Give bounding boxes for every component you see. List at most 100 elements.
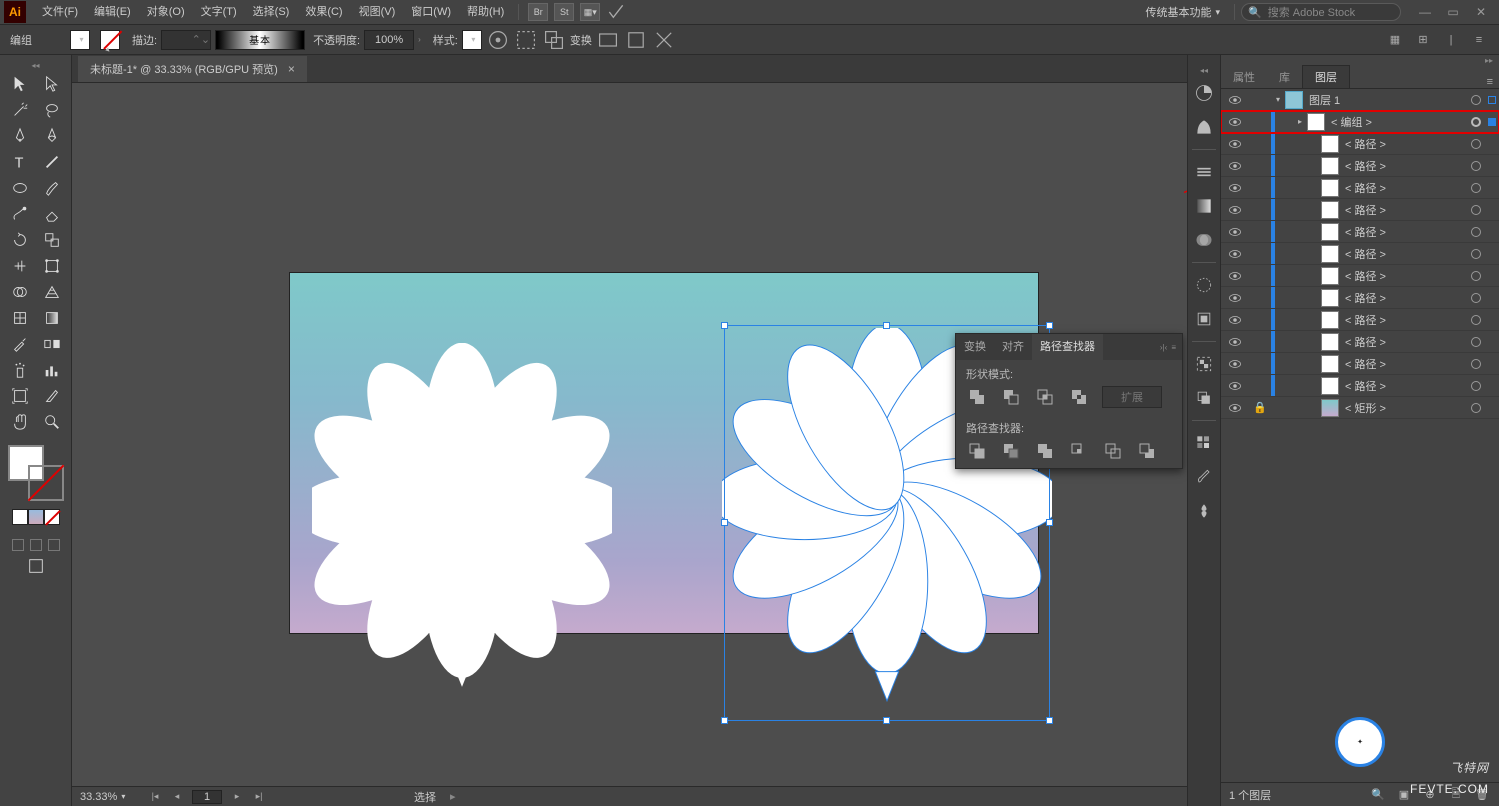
- layer-row-path[interactable]: < 路径 >: [1221, 287, 1499, 309]
- color-guide-panel-icon[interactable]: [1192, 115, 1216, 139]
- edit-contents-icon[interactable]: [652, 30, 676, 50]
- eyedropper-tool[interactable]: [4, 331, 36, 357]
- transparency-panel-icon[interactable]: [1192, 228, 1216, 252]
- layer-name[interactable]: < 编组 >: [1331, 114, 1467, 130]
- graphic-style-swatch[interactable]: [462, 30, 482, 50]
- pen-tool[interactable]: [4, 123, 36, 149]
- crop-icon[interactable]: [1068, 440, 1090, 462]
- dock-expand-icon[interactable]: ◂◂: [1188, 65, 1220, 75]
- hand-tool[interactable]: [4, 409, 36, 435]
- locate-object-icon[interactable]: 🔍: [1369, 786, 1387, 804]
- visibility-toggle[interactable]: [1221, 115, 1249, 129]
- ctrl-menu-icon[interactable]: ≡: [1469, 30, 1489, 50]
- layer-row-path[interactable]: < 路径 >: [1221, 133, 1499, 155]
- nav-prev-icon[interactable]: ◂: [170, 790, 184, 804]
- zoom-tool[interactable]: [36, 409, 68, 435]
- menu-type[interactable]: 文字(T): [193, 0, 245, 25]
- color-mode-solid[interactable]: [12, 509, 28, 525]
- layer-row-path[interactable]: < 路径 >: [1221, 221, 1499, 243]
- draw-mode-inside[interactable]: [48, 539, 60, 551]
- layer-name[interactable]: 图层 1: [1309, 92, 1467, 108]
- artboard-tool[interactable]: [4, 383, 36, 409]
- disclosure-icon[interactable]: ▾: [1271, 95, 1285, 104]
- artboard-number[interactable]: 1: [192, 790, 222, 804]
- symbol-sprayer-tool[interactable]: [4, 357, 36, 383]
- workspace-switcher[interactable]: 传统基本功能: [1137, 4, 1228, 20]
- appearance-panel-icon[interactable]: [1192, 273, 1216, 297]
- direct-selection-tool[interactable]: [36, 71, 68, 97]
- create-sublayer-icon[interactable]: ⊕: [1421, 786, 1439, 804]
- divide-icon[interactable]: [966, 440, 988, 462]
- merge-icon[interactable]: [1034, 440, 1056, 462]
- nav-last-icon[interactable]: ▸|: [252, 790, 266, 804]
- layers-panel-menu-icon[interactable]: ≡: [1481, 76, 1499, 88]
- tab-transform[interactable]: 变换: [956, 334, 994, 360]
- minus-back-icon[interactable]: [1136, 440, 1158, 462]
- menu-effect[interactable]: 效果(C): [297, 0, 350, 25]
- layer-row-path[interactable]: < 路径 >: [1221, 265, 1499, 287]
- lasso-tool[interactable]: [36, 97, 68, 123]
- lock-icon[interactable]: 🔒: [1249, 401, 1271, 414]
- stock-button[interactable]: St: [554, 3, 574, 21]
- toolbox-collapse-icon[interactable]: ◂◂: [0, 59, 71, 71]
- blend-tool[interactable]: [36, 331, 68, 357]
- transform-label[interactable]: 变换: [570, 32, 592, 48]
- gradient-panel-icon[interactable]: [1192, 194, 1216, 218]
- align-icon[interactable]: [514, 30, 538, 50]
- layer-row-path[interactable]: < 路径 >: [1221, 331, 1499, 353]
- ctrl-right-icon-2[interactable]: ⊞: [1413, 30, 1433, 50]
- pathfinder-ctrl-icon[interactable]: [542, 30, 566, 50]
- window-maximize-icon[interactable]: ▭: [1439, 0, 1467, 25]
- transform-panel-icon[interactable]: [1192, 386, 1216, 410]
- arrange-documents-button[interactable]: ▦▾: [580, 3, 600, 21]
- layer-row-path[interactable]: < 路径 >: [1221, 375, 1499, 397]
- nav-first-icon[interactable]: |◂: [148, 790, 162, 804]
- rotate-tool[interactable]: [4, 227, 36, 253]
- window-close-icon[interactable]: ✕: [1467, 0, 1495, 25]
- document-tab[interactable]: 未标题-1* @ 33.33% (RGB/GPU 预览) ×: [78, 56, 307, 82]
- pathfinder-panel[interactable]: 变换 对齐 路径查找器 ›|‹≡ 形状模式: 扩展 路径: [955, 333, 1183, 469]
- bridge-button[interactable]: Br: [528, 3, 548, 21]
- type-tool[interactable]: T: [4, 149, 36, 175]
- make-clipping-mask-icon[interactable]: ▣: [1395, 786, 1413, 804]
- layer-row-path[interactable]: < 路径 >: [1221, 199, 1499, 221]
- rectangle-tool[interactable]: [4, 175, 36, 201]
- selection-tool[interactable]: [4, 71, 36, 97]
- symbols-panel-icon[interactable]: [1192, 499, 1216, 523]
- window-minimize-icon[interactable]: —: [1411, 0, 1439, 25]
- exclude-icon[interactable]: [1068, 386, 1090, 408]
- layer-row-layer1[interactable]: ▾ 图层 1: [1221, 89, 1499, 111]
- nav-next-icon[interactable]: ▸: [230, 790, 244, 804]
- stroke-color-box[interactable]: [28, 465, 64, 501]
- tab-pathfinder[interactable]: 路径查找器: [1032, 334, 1103, 360]
- stroke-panel-icon[interactable]: [1192, 160, 1216, 184]
- menu-file[interactable]: 文件(F): [34, 0, 86, 25]
- recolor-icon[interactable]: [486, 30, 510, 50]
- color-mode-none[interactable]: [44, 509, 60, 525]
- layer-row-path[interactable]: < 路径 >: [1221, 177, 1499, 199]
- mesh-tool[interactable]: [4, 305, 36, 331]
- delete-layer-icon[interactable]: 🗑: [1473, 786, 1491, 804]
- screen-mode-tool[interactable]: [27, 557, 45, 578]
- minus-front-icon[interactable]: [1000, 386, 1022, 408]
- scale-tool[interactable]: [36, 227, 68, 253]
- stroke-swatch[interactable]: [100, 30, 120, 50]
- menu-window[interactable]: 窗口(W): [403, 0, 459, 25]
- layer-row-path[interactable]: < 路径 >: [1221, 309, 1499, 331]
- layers-list[interactable]: ▾ 图层 1 ▸ < 编组 > < 路径 > < 路径 > < 路径 > < 路…: [1221, 89, 1499, 702]
- slice-tool[interactable]: [36, 383, 68, 409]
- opacity-input[interactable]: 100%: [364, 30, 414, 50]
- color-mode-gradient[interactable]: [28, 509, 44, 525]
- ctrl-right-icon-3[interactable]: |: [1441, 30, 1461, 50]
- trim-icon[interactable]: [1000, 440, 1022, 462]
- tab-layers[interactable]: 图层: [1302, 65, 1350, 88]
- zoom-level[interactable]: 33.33%: [80, 791, 140, 803]
- document-tab-close-icon[interactable]: ×: [288, 62, 295, 76]
- column-graph-tool[interactable]: [36, 357, 68, 383]
- free-transform-tool[interactable]: [36, 253, 68, 279]
- layer-row-rectangle[interactable]: 🔒< 矩形 >: [1221, 397, 1499, 419]
- menu-help[interactable]: 帮助(H): [459, 0, 512, 25]
- color-panel-icon[interactable]: [1192, 81, 1216, 105]
- stroke-weight-input[interactable]: ⌃⌄: [161, 30, 211, 50]
- draw-mode-behind[interactable]: [30, 539, 42, 551]
